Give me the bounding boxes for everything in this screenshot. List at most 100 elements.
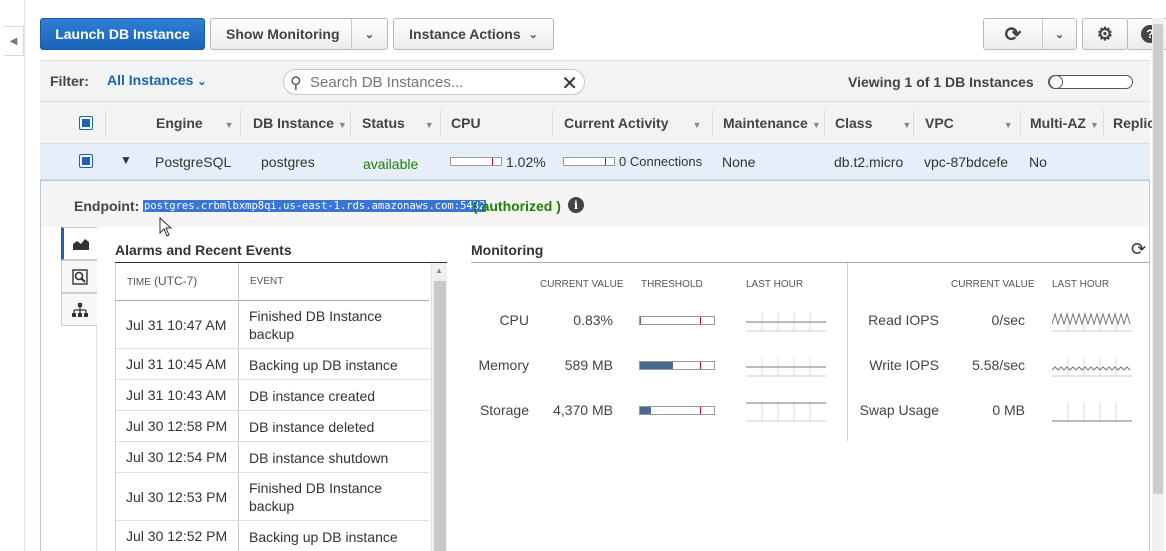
event-text: Backing up DB instance (249, 357, 398, 373)
refresh-icon[interactable]: ⟳ (1131, 239, 1146, 260)
detail-side-tabs (61, 227, 97, 551)
monitoring-title: Monitoring (471, 242, 544, 258)
column-status[interactable]: Status ▼ (362, 115, 434, 131)
search-input[interactable] (310, 73, 550, 91)
expand-row-icon[interactable]: ▼ (120, 153, 132, 167)
column-vpc[interactable]: VPC ▼ (925, 115, 1013, 131)
events-table: TIME (UTC-7) EVENT Jul 31 10:47 AM Finish… (115, 262, 447, 551)
column-engine[interactable]: Engine ▼ (156, 115, 234, 131)
event-text: DB instance shutdown (249, 450, 389, 466)
cell-cpu: 1.02% (506, 154, 546, 170)
event-row: Jul 31 10:43 AM DB instance created (115, 380, 429, 411)
horizontal-scroll-slider[interactable] (1048, 75, 1133, 89)
slider-knob[interactable] (1049, 75, 1063, 89)
refresh-button[interactable]: ⟳ ⌄ (983, 18, 1077, 50)
event-header: EVENT (250, 276, 284, 287)
event-text: Finished DB Instance backup (249, 308, 383, 342)
show-monitoring-button[interactable]: Show Monitoring ⌄ (210, 18, 388, 50)
cpu-bar (450, 157, 502, 166)
column-replication[interactable]: Replic (1113, 115, 1155, 131)
column-separator (440, 110, 441, 136)
cell-maintenance: None (722, 154, 756, 170)
event-row: Jul 30 12:54 PM DB instance shutdown (115, 442, 429, 473)
column-separator (552, 110, 553, 136)
endpoint-label: Endpoint: (74, 198, 140, 214)
monitoring-divider (471, 262, 1149, 263)
cell-vpc[interactable]: vpc-87bdcefe (924, 154, 1008, 170)
settings-button[interactable]: ⚙ (1082, 18, 1128, 50)
select-all-checkbox[interactable] (79, 116, 93, 130)
column-separator (350, 110, 351, 136)
status-close-paren: ) (556, 198, 561, 214)
refresh-icon[interactable]: ⟳ (984, 19, 1042, 49)
filter-dropdown[interactable]: All Instances ⌄ (107, 72, 206, 88)
collapse-left-panel-button[interactable]: ◀ (4, 26, 24, 56)
cell-db-instance[interactable]: postgres (261, 154, 315, 170)
metric-label: Storage (479, 402, 529, 418)
chevron-down-icon: ⌄ (197, 76, 207, 88)
last-hour-header: LAST HOUR (746, 279, 804, 290)
column-maintenance[interactable]: Maintenance ▼ (723, 115, 821, 131)
events-title: Alarms and Recent Events (115, 242, 292, 258)
clear-search-icon[interactable]: ✕ (561, 71, 578, 96)
cell-class: db.t2.micro (834, 154, 904, 170)
column-current-activity[interactable]: Current Activity ▼ (564, 115, 701, 131)
chevron-down-icon: ⌄ (364, 28, 375, 41)
event-time: Jul 31 10:45 AM (126, 356, 227, 372)
event-time: Jul 30 12:54 PM (126, 449, 228, 465)
launch-db-instance-button[interactable]: Launch DB Instance (40, 18, 205, 50)
refresh-dropdown[interactable]: ⌄ (1042, 19, 1076, 49)
search-box[interactable]: ⚲ ✕ (283, 69, 585, 95)
column-separator (913, 110, 914, 136)
event-time: Jul 30 12:53 PM (126, 489, 228, 505)
event-row: Jul 30 12:58 PM DB instance deleted (115, 411, 429, 442)
event-row: Jul 30 12:53 PM Finished DB Instance back… (115, 473, 429, 521)
endpoint-row: Endpoint: postgres.crbmlbxmp8qi.us-east-… (41, 181, 1149, 237)
event-time: Jul 30 12:52 PM (126, 528, 228, 544)
column-separator (1020, 110, 1021, 136)
sort-icon: ▼ (902, 120, 912, 130)
threshold-header: THRESHOLD (641, 279, 703, 290)
tab-topology[interactable] (61, 293, 97, 326)
sort-icon: ▼ (337, 120, 347, 130)
cell-current-activity: 0 Connections (619, 154, 703, 169)
page-scrollbar[interactable] (1152, 18, 1164, 551)
threshold-mark (700, 407, 701, 414)
info-icon[interactable]: i (568, 197, 584, 213)
metric-value: 5.58/sec (972, 357, 1025, 373)
column-class[interactable]: Class ▼ (835, 115, 911, 131)
column-cpu[interactable]: CPU (451, 115, 481, 131)
column-separator (824, 110, 825, 136)
metric-value: 4,370 MB (553, 402, 613, 418)
mouse-cursor-icon (159, 217, 173, 237)
instance-detail-panel: Endpoint: postgres.crbmlbxmp8qi.us-east-… (40, 180, 1150, 551)
endpoint-status[interactable]: ( authorized ) (473, 198, 561, 214)
viewing-count: Viewing 1 of 1 DB Instances (848, 74, 1034, 90)
event-row: Jul 30 12:52 PM Backing up DB instance (115, 521, 429, 551)
table-row[interactable]: ▼ PostgreSQL postgres available 1.02% 0 … (40, 144, 1150, 180)
column-multi-az[interactable]: Multi-AZ ▼ (1030, 115, 1099, 131)
chevron-down-icon: ⌄ (1054, 28, 1065, 41)
threshold-fill (640, 407, 651, 414)
column-separator (240, 110, 241, 136)
instance-actions-button[interactable]: Instance Actions ⌄ (393, 18, 554, 50)
activity-bar (563, 157, 615, 166)
page-scroll-thumb[interactable] (1153, 24, 1163, 494)
tab-details[interactable] (61, 260, 97, 293)
filter-value: All Instances (107, 72, 194, 88)
table-header: Engine ▼ DB Instance ▼ Status ▼ CPU Current… (40, 102, 1155, 144)
scroll-thumb[interactable] (434, 281, 446, 551)
event-time: Jul 31 10:47 AM (126, 317, 227, 333)
column-db-instance[interactable]: DB Instance ▼ (253, 115, 347, 131)
metric-value: 0.83% (573, 312, 613, 328)
row-checkbox[interactable] (79, 154, 93, 168)
metric-value: 0 MB (992, 402, 1025, 418)
filter-label: Filter: (50, 73, 89, 89)
events-scrollbar[interactable]: ▲ (431, 263, 447, 551)
event-row: Jul 31 10:47 AM Finished DB Instance back… (115, 301, 429, 349)
threshold-fill (640, 317, 641, 324)
event-text: Backing up DB instance (249, 529, 398, 545)
endpoint-value[interactable]: postgres.crbmlbxmp8qi.us-east-1.rds.amaz… (143, 200, 487, 212)
show-monitoring-dropdown[interactable]: ⌄ (351, 19, 387, 49)
tab-monitoring[interactable] (61, 227, 97, 260)
